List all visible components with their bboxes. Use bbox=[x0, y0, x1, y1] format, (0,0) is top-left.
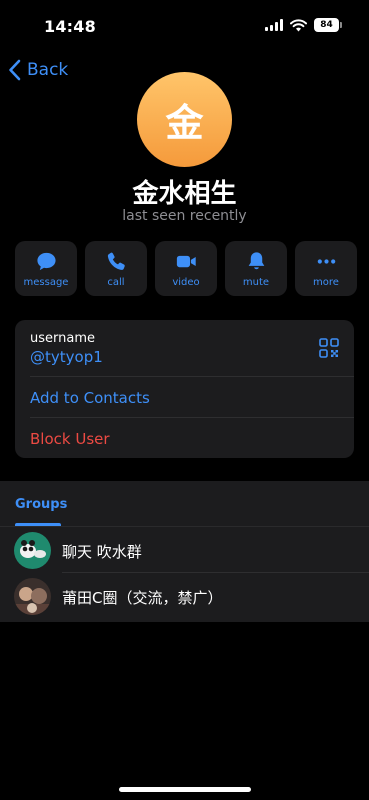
add-to-contacts-button[interactable]: Add to Contacts bbox=[30, 389, 150, 407]
mute-label: mute bbox=[242, 277, 270, 288]
message-bubble-icon bbox=[36, 252, 56, 271]
video-label: video bbox=[172, 277, 200, 288]
message-label: message bbox=[23, 277, 69, 288]
profile-name: 金水相生 bbox=[132, 179, 237, 209]
group-avatar bbox=[14, 532, 51, 569]
block-user-button[interactable]: Block User bbox=[30, 430, 110, 448]
divider bbox=[30, 376, 354, 377]
group-list-item[interactable]: 莆田C圈（交流，禁广） bbox=[0, 573, 369, 619]
call-button[interactable]: call bbox=[85, 241, 147, 296]
phone-icon bbox=[107, 252, 125, 270]
group-avatar bbox=[14, 578, 51, 615]
back-button[interactable]: Back bbox=[8, 59, 68, 81]
call-label: call bbox=[107, 277, 125, 288]
more-label: more bbox=[313, 277, 339, 288]
cellular-signal-icon bbox=[265, 19, 283, 31]
group-name: 聊天 吹水群 bbox=[62, 543, 142, 561]
info-card: username @tytyop1 Add to Contacts Block … bbox=[15, 320, 354, 458]
video-button[interactable]: video bbox=[155, 241, 217, 296]
groups-section: Groups 聊天 吹水群 莆田C圈（交流，禁广） bbox=[0, 481, 369, 622]
video-camera-icon bbox=[176, 255, 196, 268]
username-value[interactable]: @tytyop1 bbox=[30, 348, 103, 366]
group-list-item[interactable]: 聊天 吹水群 bbox=[0, 527, 369, 573]
wifi-icon bbox=[290, 18, 307, 31]
group-name: 莆田C圈（交流，禁广） bbox=[62, 589, 223, 607]
back-label: Back bbox=[27, 60, 69, 80]
battery-icon: 84 bbox=[314, 18, 342, 32]
profile-avatar[interactable]: 金 bbox=[137, 72, 232, 167]
message-button[interactable]: message bbox=[15, 241, 77, 296]
mute-button[interactable]: mute bbox=[225, 241, 287, 296]
more-dots-icon bbox=[317, 259, 335, 264]
home-indicator[interactable] bbox=[119, 787, 251, 792]
chevron-left-icon bbox=[9, 59, 21, 81]
last-seen-status: last seen recently bbox=[122, 208, 247, 224]
tab-groups[interactable]: Groups bbox=[15, 497, 67, 512]
qr-code-icon[interactable] bbox=[319, 338, 339, 358]
more-button[interactable]: more bbox=[295, 241, 357, 296]
status-icons: 84 bbox=[265, 18, 342, 32]
status-time: 14:48 bbox=[44, 17, 96, 36]
bell-icon bbox=[248, 252, 264, 270]
action-buttons: message call video mute more bbox=[15, 241, 357, 296]
divider bbox=[30, 417, 354, 418]
username-label: username bbox=[30, 331, 95, 346]
